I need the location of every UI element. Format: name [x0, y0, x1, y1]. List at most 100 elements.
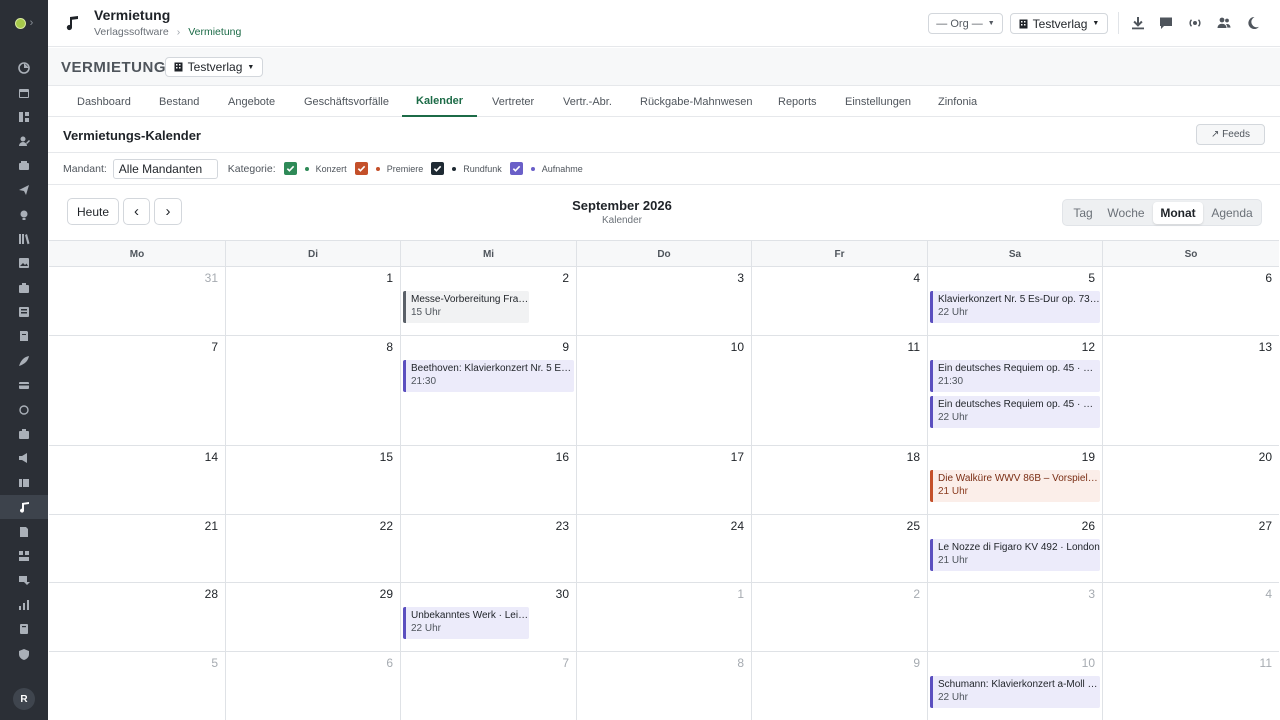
download-icon[interactable] — [1131, 16, 1145, 30]
sidebar-item[interactable] — [0, 593, 48, 617]
day-number[interactable]: 4 — [1265, 587, 1272, 601]
day-cell[interactable]: 19 Die Walküre WWV 86B – Vorspiel · Dresd… — [928, 446, 1103, 515]
checkbox[interactable] — [431, 162, 445, 175]
day-number[interactable]: 24 — [731, 519, 744, 533]
day-number[interactable]: 25 — [907, 519, 920, 533]
sidebar-item[interactable] — [0, 495, 48, 520]
sidebar-item[interactable] — [0, 544, 48, 568]
day-number[interactable]: 9 — [913, 656, 920, 670]
day-cell[interactable]: 5 — [49, 652, 226, 720]
tab-reports[interactable]: Reports — [764, 86, 831, 117]
prev-month-button[interactable]: ‹ — [123, 198, 150, 225]
next-month-button[interactable]: › — [154, 198, 182, 225]
day-number[interactable]: 17 — [731, 450, 744, 464]
category-filter-premiere[interactable]: Premiere — [354, 162, 423, 175]
sidebar-item[interactable] — [0, 276, 48, 300]
calendar-event[interactable]: Ein deutsches Requiem op. 45 · München 21… — [930, 360, 1100, 392]
sidebar-item[interactable] — [0, 154, 48, 178]
day-number[interactable]: 10 — [1082, 656, 1095, 670]
sidebar-item[interactable] — [0, 80, 48, 104]
org-selector[interactable]: — Org — ▼ — [928, 13, 1003, 34]
day-number[interactable]: 7 — [562, 656, 569, 670]
day-number[interactable]: 1 — [737, 587, 744, 601]
chat-icon[interactable] — [1159, 16, 1173, 30]
day-cell[interactable]: 13 — [1103, 336, 1279, 446]
tab-rueckgabe-mahnwesen[interactable]: Rückgabe-Mahnwesen — [626, 86, 767, 117]
view-tag-button[interactable]: Tag — [1066, 202, 1100, 224]
category-filter-aufnahme[interactable]: Aufnahme — [509, 162, 583, 175]
day-number[interactable]: 4 — [913, 271, 920, 285]
calendar-event[interactable]: Die Walküre WWV 86B – Vorspiel · Dresden… — [930, 470, 1100, 502]
verlag-selector[interactable]: Testverlag ▼ — [1010, 13, 1108, 34]
sidebar-header[interactable]: › — [0, 0, 48, 46]
feeds-button[interactable]: ↗ Feeds — [1196, 124, 1265, 145]
day-cell[interactable]: 5 Klavierkonzert Nr. 5 Es-Dur op. 73 · Be… — [928, 267, 1103, 336]
day-cell[interactable]: 9 — [752, 652, 928, 720]
day-number[interactable]: 10 — [731, 340, 744, 354]
day-cell[interactable]: 7 — [401, 652, 577, 720]
view-woche-button[interactable]: Woche — [1102, 202, 1150, 224]
day-cell[interactable]: 8 — [577, 652, 752, 720]
view-monat-button[interactable]: Monat — [1153, 202, 1203, 224]
calendar-event[interactable]: Ein deutsches Requiem op. 45 · Hamburg 22… — [930, 396, 1100, 428]
day-cell[interactable]: 27 — [1103, 515, 1279, 583]
calendar-event[interactable]: Le Nozze di Figaro KV 492 · London 21 Uhr — [930, 539, 1100, 571]
day-number[interactable]: 14 — [205, 450, 218, 464]
day-number[interactable]: 28 — [205, 587, 218, 601]
day-number[interactable]: 18 — [907, 450, 920, 464]
day-cell[interactable]: 18 — [752, 446, 928, 515]
day-cell[interactable]: 3 — [928, 583, 1103, 652]
checkbox[interactable] — [509, 162, 523, 175]
calendar-event[interactable]: Schumann: Klavierkonzert a-Moll op. 54 22… — [930, 676, 1100, 708]
sidebar-item[interactable] — [0, 568, 48, 592]
checkbox[interactable] — [283, 162, 297, 175]
day-number[interactable]: 6 — [386, 656, 393, 670]
day-number[interactable]: 1 — [386, 271, 393, 285]
day-cell[interactable]: 29 — [226, 583, 401, 652]
sidebar-item[interactable] — [0, 519, 48, 543]
category-filter-rundfunk[interactable]: Rundfunk — [431, 162, 502, 175]
sidebar-item[interactable] — [0, 324, 48, 348]
checkbox[interactable] — [354, 162, 368, 175]
day-number[interactable]: 3 — [737, 271, 744, 285]
day-number[interactable]: 21 — [205, 519, 218, 533]
sidebar-item[interactable] — [0, 373, 48, 397]
day-number[interactable]: 9 — [562, 340, 569, 354]
sidebar-item[interactable] — [0, 422, 48, 446]
sidebar-item[interactable] — [0, 251, 48, 275]
day-number[interactable]: 20 — [1259, 450, 1272, 464]
sidebar-item[interactable] — [0, 227, 48, 251]
sidebar-item[interactable] — [0, 349, 48, 373]
sidebar-item[interactable] — [0, 617, 48, 641]
sidebar-item[interactable] — [0, 300, 48, 324]
tab-vertr-abr[interactable]: Vertr.-Abr. — [549, 86, 626, 117]
day-number[interactable]: 11 — [1260, 656, 1272, 670]
day-number[interactable]: 3 — [1088, 587, 1095, 601]
day-cell[interactable]: 22 — [226, 515, 401, 583]
day-cell[interactable]: 23 — [401, 515, 577, 583]
tab-angebote[interactable]: Angebote — [214, 86, 289, 117]
sidebar-item[interactable] — [0, 471, 48, 495]
tab-zinfonia[interactable]: Zinfonia — [924, 86, 991, 117]
day-number[interactable]: 30 — [556, 587, 569, 601]
day-number[interactable]: 5 — [211, 656, 218, 670]
calendar-event[interactable]: Beethoven: Klavierkonzert Nr. 5 Es-Dur 21… — [403, 360, 574, 392]
moon-icon[interactable] — [1246, 16, 1260, 30]
calendar-event[interactable]: Klavierkonzert Nr. 5 Es-Dur op. 73 · Ber… — [930, 291, 1100, 323]
breadcrumb-item-verlagssoftware[interactable]: Verlagssoftware — [94, 26, 169, 38]
view-agenda-button[interactable]: Agenda — [1205, 202, 1259, 224]
day-number[interactable]: 16 — [556, 450, 569, 464]
day-number[interactable]: 19 — [1082, 450, 1095, 464]
day-cell[interactable]: 20 — [1103, 446, 1279, 515]
sidebar-item[interactable] — [0, 397, 48, 421]
day-cell[interactable]: 10 — [577, 336, 752, 446]
sidebar-item[interactable] — [0, 202, 48, 226]
day-cell[interactable]: 15 — [226, 446, 401, 515]
today-button[interactable]: Heute — [67, 198, 119, 225]
sidebar-item[interactable] — [0, 178, 48, 202]
section-verlag-selector[interactable]: Testverlag ▼ — [165, 57, 263, 77]
day-number[interactable]: 12 — [1082, 340, 1095, 354]
broadcast-icon[interactable] — [1188, 16, 1202, 30]
sidebar-item[interactable] — [0, 129, 48, 153]
sidebar-item[interactable] — [0, 446, 48, 470]
